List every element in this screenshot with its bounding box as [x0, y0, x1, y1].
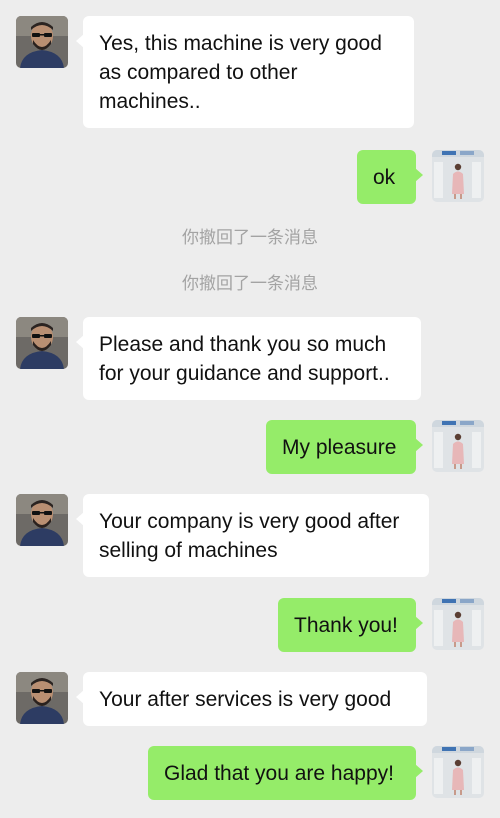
- my-avatar[interactable]: [432, 598, 484, 650]
- message-bubble[interactable]: My pleasure: [266, 420, 423, 474]
- chat-window: Yes, this machine is very good as compar…: [0, 0, 500, 818]
- man-with-sunglasses-avatar: [16, 317, 68, 369]
- man-with-sunglasses-avatar: [16, 494, 68, 546]
- message-bubble[interactable]: Glad that you are happy!: [148, 746, 423, 800]
- my-avatar[interactable]: [432, 420, 484, 472]
- my-avatar[interactable]: [432, 746, 484, 798]
- contact-avatar[interactable]: [16, 317, 68, 369]
- man-with-sunglasses-avatar: [16, 16, 68, 68]
- woman-in-office-avatar: [432, 420, 484, 472]
- my-avatar[interactable]: [432, 150, 484, 202]
- recall-notice: 你撤回了一条消息: [182, 274, 318, 294]
- recall-notice: 你撤回了一条消息: [182, 228, 318, 248]
- message-bubble[interactable]: Your after services is very good: [76, 672, 427, 726]
- message-bubble[interactable]: Thank you!: [278, 598, 423, 652]
- man-with-sunglasses-avatar: [16, 672, 68, 724]
- message-bubble[interactable]: Yes, this machine is very good as compar…: [76, 16, 414, 128]
- contact-avatar[interactable]: [16, 672, 68, 724]
- message-bubble[interactable]: Please and thank you so much for your gu…: [76, 317, 421, 400]
- message-bubble[interactable]: Your company is very good after selling …: [76, 494, 429, 577]
- woman-in-office-avatar: [432, 150, 484, 202]
- contact-avatar[interactable]: [16, 494, 68, 546]
- woman-in-office-avatar: [432, 746, 484, 798]
- woman-in-office-avatar: [432, 598, 484, 650]
- message-bubble[interactable]: ok: [357, 150, 423, 204]
- contact-avatar[interactable]: [16, 16, 68, 68]
